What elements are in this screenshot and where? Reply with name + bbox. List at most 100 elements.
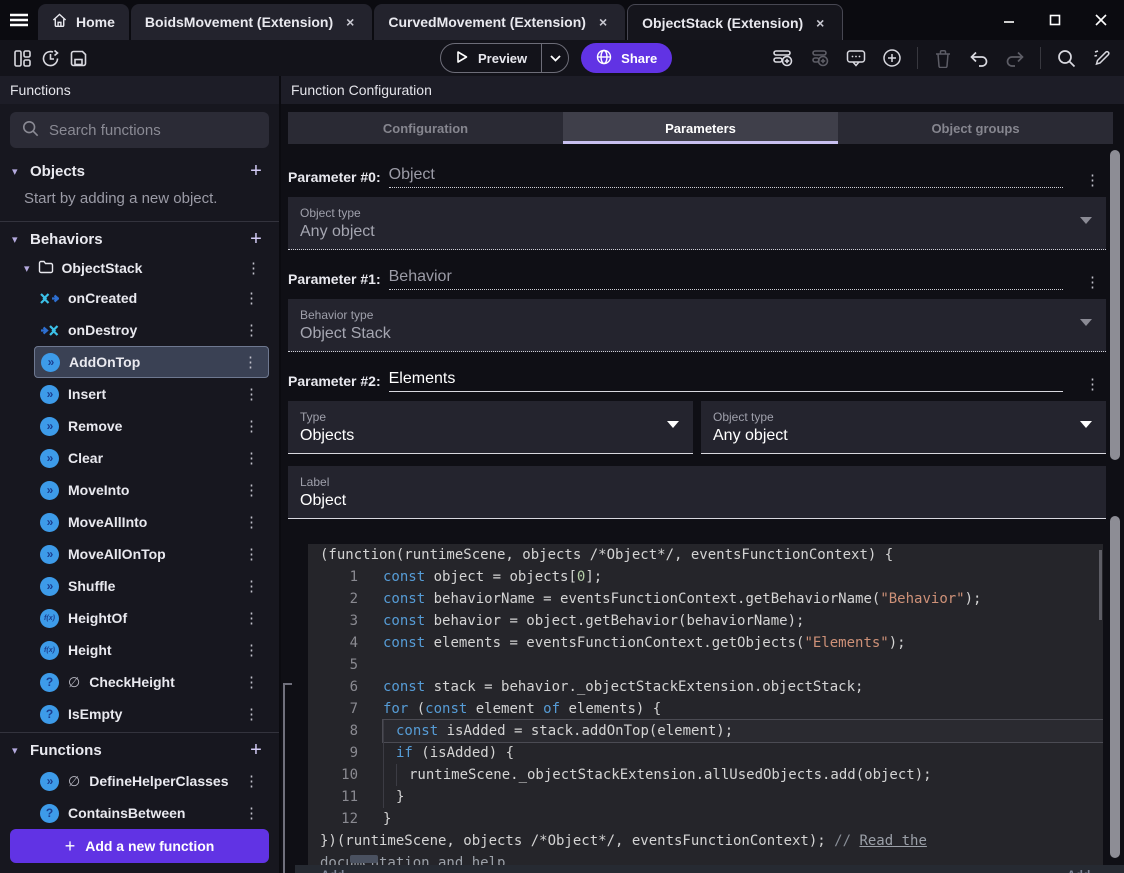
dropdown-object-type[interactable]: Object type Any object bbox=[288, 197, 1106, 250]
add-event-icon[interactable] bbox=[770, 44, 798, 72]
kebab-menu-icon[interactable]: ⋮ bbox=[238, 547, 265, 562]
function-item-insert[interactable]: » Insert ⋮ bbox=[34, 378, 269, 410]
javascript-code-editor[interactable]: (function(runtimeScene, objects /*Object… bbox=[308, 544, 1103, 873]
tab-close-icon[interactable]: × bbox=[812, 13, 828, 33]
function-item-height[interactable]: f(x) Height ⋮ bbox=[34, 634, 269, 666]
add-object-button[interactable]: + bbox=[245, 160, 267, 183]
add-function-plus-button[interactable]: + bbox=[245, 739, 267, 762]
code-line-5[interactable]: 5 bbox=[308, 654, 1103, 676]
behaviors-section-header[interactable]: ▾ Behaviors + bbox=[0, 224, 279, 254]
kebab-menu-icon[interactable]: ⋮ bbox=[238, 611, 265, 626]
code-line-4[interactable]: 4 const elements = eventsFunctionContext.… bbox=[308, 632, 1103, 654]
event-drag-handle[interactable] bbox=[350, 855, 378, 863]
kebab-menu-icon[interactable]: ⋮ bbox=[238, 515, 265, 530]
code-line-3[interactable]: 3 const behavior = object.getBehavior(beh… bbox=[308, 610, 1103, 632]
kebab-menu-icon[interactable]: ⋮ bbox=[238, 483, 265, 498]
dropdown-behavior-type[interactable]: Behavior type Object Stack bbox=[288, 299, 1106, 352]
preview-main[interactable]: Preview bbox=[441, 50, 541, 67]
parameter-name-input[interactable]: Behavior bbox=[388, 268, 1063, 290]
kebab-menu-icon[interactable]: ⋮ bbox=[238, 291, 265, 306]
dropdown-object-type[interactable]: Object type Any object bbox=[701, 401, 1106, 454]
function-item-checkheight[interactable]: ? ∅ CheckHeight ⋮ bbox=[34, 666, 269, 698]
add-other-event-icon[interactable] bbox=[878, 44, 906, 72]
function-item-definehelperclasses[interactable]: » ∅ DefineHelperClasses ⋮ bbox=[34, 765, 269, 797]
add-comment-icon[interactable] bbox=[842, 44, 870, 72]
tab-boidsmovement-extension-[interactable]: BoidsMovement (Extension) × bbox=[130, 4, 373, 40]
tab-objectstack-extension-[interactable]: ObjectStack (Extension) × bbox=[627, 4, 844, 40]
kebab-menu-icon[interactable]: ⋮ bbox=[238, 451, 265, 466]
kebab-menu-icon[interactable]: ⋮ bbox=[238, 579, 265, 594]
objects-section-header[interactable]: ▾ Objects + bbox=[0, 156, 279, 186]
parameter-name-input[interactable]: Elements bbox=[388, 370, 1063, 392]
editor-scrollbar[interactable] bbox=[1099, 550, 1102, 620]
code-line-2[interactable]: 2 const behaviorName = eventsFunctionCont… bbox=[308, 588, 1103, 610]
tab-close-icon[interactable]: × bbox=[342, 12, 358, 32]
tab-configuration[interactable]: Configuration bbox=[288, 112, 563, 144]
delete-icon[interactable] bbox=[929, 44, 957, 72]
kebab-menu-icon[interactable]: ⋮ bbox=[1079, 377, 1106, 392]
behavior-folder-objectstack[interactable]: ▾ ObjectStack ⋮ bbox=[0, 254, 279, 282]
function-item-clear[interactable]: » Clear ⋮ bbox=[34, 442, 269, 474]
minimize-button[interactable] bbox=[986, 0, 1032, 40]
parameters-scrollbar[interactable] bbox=[1110, 150, 1120, 460]
history-icon[interactable] bbox=[36, 44, 64, 72]
function-item-heightof[interactable]: f(x) HeightOf ⋮ bbox=[34, 602, 269, 634]
kebab-menu-icon[interactable]: ⋮ bbox=[240, 261, 267, 276]
edit-pencil-icon[interactable] bbox=[1088, 44, 1116, 72]
add-button-partial[interactable]: Add... bbox=[1067, 868, 1100, 873]
documentation-link[interactable]: Read the bbox=[859, 833, 926, 849]
search-icon[interactable] bbox=[1052, 44, 1080, 72]
kebab-menu-icon[interactable]: ⋮ bbox=[1079, 173, 1106, 188]
function-item-isempty[interactable]: ? IsEmpty ⋮ bbox=[34, 698, 269, 730]
preview-button[interactable]: Preview bbox=[440, 43, 570, 73]
close-button[interactable] bbox=[1078, 0, 1124, 40]
kebab-menu-icon[interactable]: ⋮ bbox=[238, 675, 265, 690]
function-item-containsbetween[interactable]: ? ContainsBetween ⋮ bbox=[34, 797, 269, 829]
code-line-1[interactable]: 1 const object = objects[0]; bbox=[308, 566, 1103, 588]
search-functions-input[interactable]: Search functions bbox=[10, 112, 269, 148]
input-label[interactable]: Label Object bbox=[288, 466, 1106, 519]
parameter-name-input[interactable]: Object bbox=[388, 166, 1063, 188]
dropdown-type[interactable]: Type Objects bbox=[288, 401, 693, 454]
kebab-menu-icon[interactable]: ⋮ bbox=[238, 806, 265, 821]
kebab-menu-icon[interactable]: ⋮ bbox=[238, 643, 265, 658]
add-new-function-button[interactable]: + Add a new function bbox=[10, 829, 269, 863]
code-line-6[interactable]: 6 const stack = behavior._objectStackExte… bbox=[308, 676, 1103, 698]
code-line-9[interactable]: 9 if (isAdded) { bbox=[308, 742, 1103, 764]
kebab-menu-icon[interactable]: ⋮ bbox=[1079, 275, 1106, 290]
tab-home[interactable]: Home bbox=[38, 4, 129, 40]
function-item-moveallinto[interactable]: » MoveAllInto ⋮ bbox=[34, 506, 269, 538]
code-line-12[interactable]: 12} bbox=[308, 808, 1103, 830]
tab-object-groups[interactable]: Object groups bbox=[838, 112, 1113, 144]
caret-down-icon[interactable]: ▾ bbox=[12, 233, 22, 246]
add-button-partial[interactable]: Add... bbox=[321, 868, 354, 873]
function-item-moveallontop[interactable]: » MoveAllOnTop ⋮ bbox=[34, 538, 269, 570]
function-item-ondestroy[interactable]: onDestroy ⋮ bbox=[34, 314, 269, 346]
code-line-7[interactable]: 7 for (const element of elements) { bbox=[308, 698, 1103, 720]
caret-down-icon[interactable]: ▾ bbox=[24, 262, 30, 275]
add-behavior-button[interactable]: + bbox=[245, 228, 267, 251]
functions-section-header[interactable]: ▾ Functions + bbox=[0, 735, 279, 765]
save-icon[interactable] bbox=[64, 44, 92, 72]
code-line-8[interactable]: 8 const isAdded = stack.addOnTop(element)… bbox=[308, 719, 1103, 743]
add-subevent-icon[interactable] bbox=[806, 44, 834, 72]
share-button[interactable]: Share bbox=[581, 43, 673, 73]
function-item-shuffle[interactable]: » Shuffle ⋮ bbox=[34, 570, 269, 602]
tab-close-icon[interactable]: × bbox=[595, 12, 611, 32]
caret-down-icon[interactable]: ▾ bbox=[12, 165, 22, 178]
kebab-menu-icon[interactable]: ⋮ bbox=[238, 707, 265, 722]
preview-dropdown-chevron-icon[interactable] bbox=[542, 54, 568, 62]
function-item-moveinto[interactable]: » MoveInto ⋮ bbox=[34, 474, 269, 506]
kebab-menu-icon[interactable]: ⋮ bbox=[237, 355, 264, 370]
tab-parameters[interactable]: Parameters bbox=[563, 112, 838, 144]
menu-hamburger-icon[interactable] bbox=[0, 0, 38, 40]
kebab-menu-icon[interactable]: ⋮ bbox=[238, 419, 265, 434]
maximize-button[interactable] bbox=[1032, 0, 1078, 40]
kebab-menu-icon[interactable]: ⋮ bbox=[238, 323, 265, 338]
function-item-remove[interactable]: » Remove ⋮ bbox=[34, 410, 269, 442]
function-item-addontop[interactable]: » AddOnTop ⋮ bbox=[34, 346, 269, 378]
code-line-11[interactable]: 11} bbox=[308, 786, 1103, 808]
function-item-oncreated[interactable]: onCreated ⋮ bbox=[34, 282, 269, 314]
undo-icon[interactable] bbox=[965, 44, 993, 72]
tab-curvedmovement-extension-[interactable]: CurvedMovement (Extension) × bbox=[374, 4, 626, 40]
